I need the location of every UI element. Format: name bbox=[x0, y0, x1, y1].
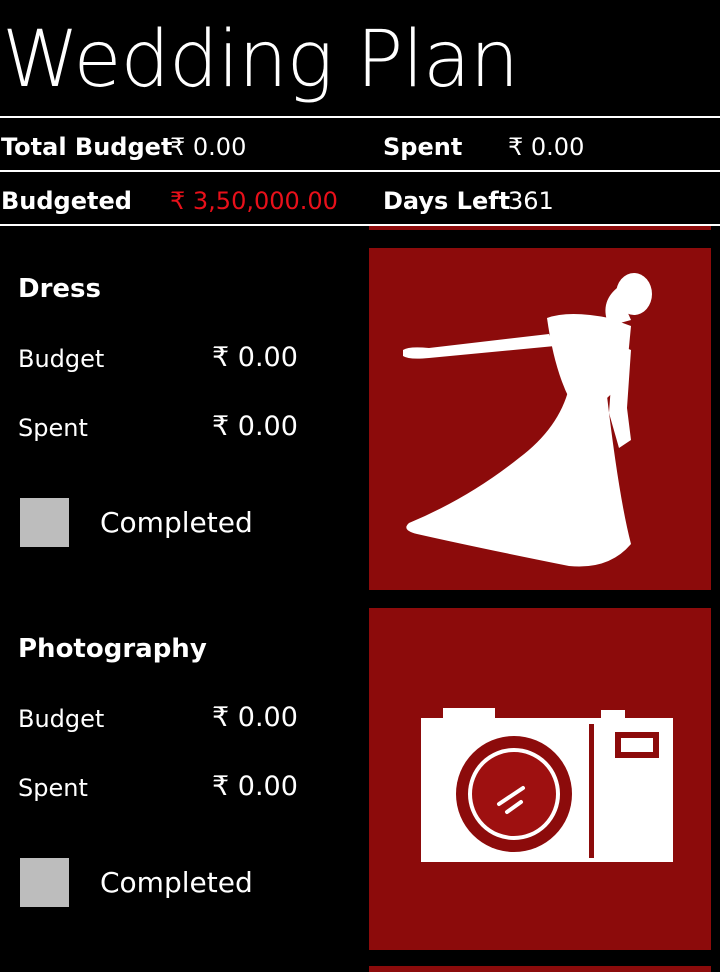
budgeted-value: ₹ 3,50,000.00 bbox=[170, 187, 338, 215]
spent-value: ₹ 0.00 bbox=[212, 771, 298, 802]
category-title: Dress bbox=[18, 274, 101, 304]
days-left-label: Days Left bbox=[383, 187, 511, 215]
completed-checkbox[interactable] bbox=[20, 498, 69, 547]
bride-icon bbox=[403, 273, 652, 567]
budget-label: Budget bbox=[18, 705, 105, 733]
completed-label: Completed bbox=[100, 506, 253, 539]
completed-checkbox[interactable] bbox=[20, 858, 69, 907]
divider bbox=[0, 116, 720, 118]
spent-label: Spent bbox=[18, 414, 88, 442]
spent-value: ₹ 0.00 bbox=[508, 133, 585, 161]
budgeted-label: Budgeted bbox=[1, 187, 132, 215]
spent-value: ₹ 0.00 bbox=[212, 411, 298, 442]
spent-label: Spent bbox=[18, 774, 88, 802]
budget-value: ₹ 0.00 bbox=[212, 342, 298, 373]
divider bbox=[0, 170, 720, 172]
budget-label: Budget bbox=[18, 345, 105, 373]
spent-label: Spent bbox=[383, 133, 463, 161]
next-tile-edge bbox=[369, 966, 711, 972]
photography-tile[interactable] bbox=[369, 608, 711, 950]
dress-tile[interactable] bbox=[369, 248, 711, 590]
tile-edge bbox=[369, 226, 711, 230]
total-budget-label: Total Budget bbox=[1, 133, 173, 161]
total-budget-value: ₹ 0.00 bbox=[170, 133, 247, 161]
days-left-value: 361 bbox=[508, 187, 554, 215]
completed-label: Completed bbox=[100, 866, 253, 899]
page-title: Wedding Plan bbox=[2, 15, 519, 105]
wedding-plan-page: Wedding Plan Total Budget ₹ 0.00 Spent ₹… bbox=[0, 0, 720, 972]
camera-icon bbox=[421, 708, 673, 862]
category-title: Photography bbox=[18, 634, 207, 664]
budget-value: ₹ 0.00 bbox=[212, 702, 298, 733]
